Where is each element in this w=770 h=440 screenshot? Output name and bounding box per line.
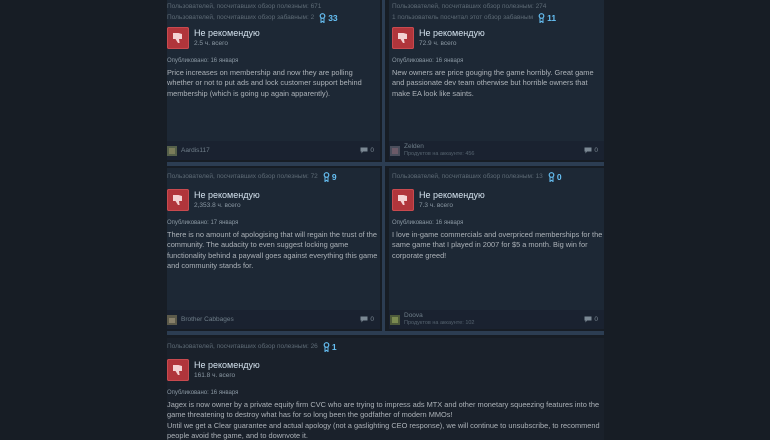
review-footer: Brother Cabbages 0 (167, 310, 380, 329)
author-name[interactable]: Brother Cabbages (181, 316, 234, 324)
review-card[interactable]: Пользователей, посчитавших обзор полезны… (167, 168, 380, 329)
verdict: Не рекомендую 7.3 ч. всего (389, 189, 604, 211)
hours-played: 2.5 ч. всего (194, 40, 228, 47)
review-footer: Doova Продуктов на аккаунте: 102 0 (389, 310, 604, 329)
hours-played: 2,353.8 ч. всего (194, 202, 241, 209)
helpful-count: Пользователей, посчитавших обзор полезны… (167, 173, 318, 180)
verdict: Не рекомендую 161.8 ч. всего (167, 359, 604, 381)
award-ribbon-icon (323, 341, 330, 352)
review-text: New owners are price gouging the game ho… (392, 68, 594, 98)
helpful-row: Пользователей, посчитавших обзор полезны… (389, 171, 604, 182)
posted-date: Опубликовано: 16 января (392, 58, 464, 64)
verdict: Не рекомендую 72.9 ч. всего (389, 27, 604, 49)
hours-played: 7.3 ч. всего (419, 202, 453, 209)
author-name[interactable]: Zelden (404, 143, 475, 151)
award-count: 9 (331, 171, 337, 182)
avatar[interactable] (390, 314, 400, 325)
review-card[interactable]: Пользователей, посчитавших обзор полезны… (167, 338, 604, 440)
review-card[interactable]: Пользователей, посчитавших обзор полезны… (167, 0, 380, 160)
verdict-title[interactable]: Не рекомендую (194, 360, 260, 371)
funny-row: Пользователей, посчитавших обзор забавны… (167, 12, 380, 23)
row-divider (167, 162, 604, 166)
author-name[interactable]: Doova (404, 312, 475, 320)
author-name[interactable]: Aardis117 (181, 147, 210, 155)
comments-button[interactable]: 0 (584, 147, 598, 154)
avatar[interactable] (167, 314, 177, 325)
verdict-title[interactable]: Не рекомендую (194, 190, 260, 201)
award-button[interactable]: 33 (319, 12, 338, 23)
helpful-row: Пользователей, посчитавших обзор полезны… (167, 341, 604, 352)
comment-count: 0 (370, 147, 374, 154)
comment-count: 0 (594, 316, 598, 323)
helpful-count: Пользователей, посчитавших обзор полезны… (167, 3, 322, 10)
review-footer: Zelden Продуктов на аккаунте: 456 0 (389, 141, 604, 160)
review-text: Price increases on membership and now th… (167, 68, 362, 98)
thumbs-down-icon (167, 189, 189, 211)
row-divider (167, 331, 604, 335)
avatar[interactable] (167, 145, 177, 156)
thumbs-down-icon (167, 27, 189, 49)
comment-bubble-icon (360, 316, 368, 323)
award-ribbon-icon (538, 12, 545, 23)
comments-button[interactable]: 0 (360, 316, 374, 323)
review-card[interactable]: Пользователей, посчитавших обзор полезны… (389, 168, 604, 329)
review-footer: Aardis117 0 (167, 141, 380, 160)
award-count: 33 (328, 12, 338, 23)
comments-button[interactable]: 0 (360, 147, 374, 154)
thumbs-down-icon (167, 359, 189, 381)
award-count: 1 (331, 341, 337, 352)
verdict: Не рекомендую 2.5 ч. всего (167, 27, 380, 49)
hours-played: 72.9 ч. всего (419, 40, 457, 47)
avatar[interactable] (390, 145, 400, 156)
posted-date: Опубликовано: 16 января (392, 220, 464, 226)
helpful-row: Пользователей, посчитавших обзор полезны… (167, 171, 380, 182)
comment-count: 0 (370, 316, 374, 323)
award-count: 11 (547, 12, 557, 23)
comments-button[interactable]: 0 (584, 316, 598, 323)
comment-bubble-icon (360, 147, 368, 154)
funny-row: 1 пользователь посчитал этот обзор забав… (389, 12, 604, 23)
award-ribbon-icon (319, 12, 326, 23)
award-button[interactable]: 11 (538, 13, 556, 23)
review-card[interactable]: Пользователей, посчитавших обзор полезны… (389, 0, 604, 160)
award-ribbon-icon (548, 171, 555, 182)
hours-played: 161.8 ч. всего (194, 372, 236, 379)
review-text-continued: Until we get a Clear guarantee and actua… (167, 420, 600, 440)
review-text: There is no amount of apologising that w… (167, 230, 378, 271)
thumbs-down-icon (392, 27, 414, 49)
award-count: 0 (556, 171, 562, 182)
comment-count: 0 (594, 147, 598, 154)
award-button[interactable]: 0 (548, 172, 562, 182)
funny-count: 1 пользователь посчитал этот обзор забав… (392, 14, 534, 21)
review-text: I love in-game commercials and overprice… (392, 230, 603, 260)
verdict: Не рекомендую 2,353.8 ч. всего (167, 189, 380, 211)
comment-bubble-icon (584, 316, 592, 323)
funny-count: Пользователей, посчитавших обзор забавны… (167, 14, 315, 21)
comment-bubble-icon (584, 147, 592, 154)
verdict-title[interactable]: Не рекомендую (419, 28, 485, 39)
helpful-count: Пользователей, посчитавших обзор полезны… (392, 3, 547, 10)
column-divider (382, 0, 385, 335)
thumbs-down-icon (392, 189, 414, 211)
posted-date: Опубликовано: 17 января (167, 220, 239, 226)
author-products: Продуктов на аккаунте: 456 (404, 151, 475, 157)
verdict-title[interactable]: Не рекомендую (194, 28, 260, 39)
posted-date: Опубликовано: 16 января (167, 58, 239, 64)
reviews-page: Пользователей, посчитавших обзор полезны… (0, 0, 770, 440)
helpful-count: Пользователей, посчитавших обзор полезны… (392, 173, 543, 180)
author-products: Продуктов на аккаунте: 102 (404, 320, 475, 326)
review-text: Jagex is now owner by a private equity f… (167, 400, 600, 420)
award-button[interactable]: 9 (323, 172, 337, 182)
posted-date: Опубликовано: 16 января (167, 390, 239, 396)
award-button[interactable]: 1 (323, 342, 337, 352)
verdict-title[interactable]: Не рекомендую (419, 190, 485, 201)
helpful-count: Пользователей, посчитавших обзор полезны… (167, 343, 318, 350)
award-ribbon-icon (323, 171, 330, 182)
